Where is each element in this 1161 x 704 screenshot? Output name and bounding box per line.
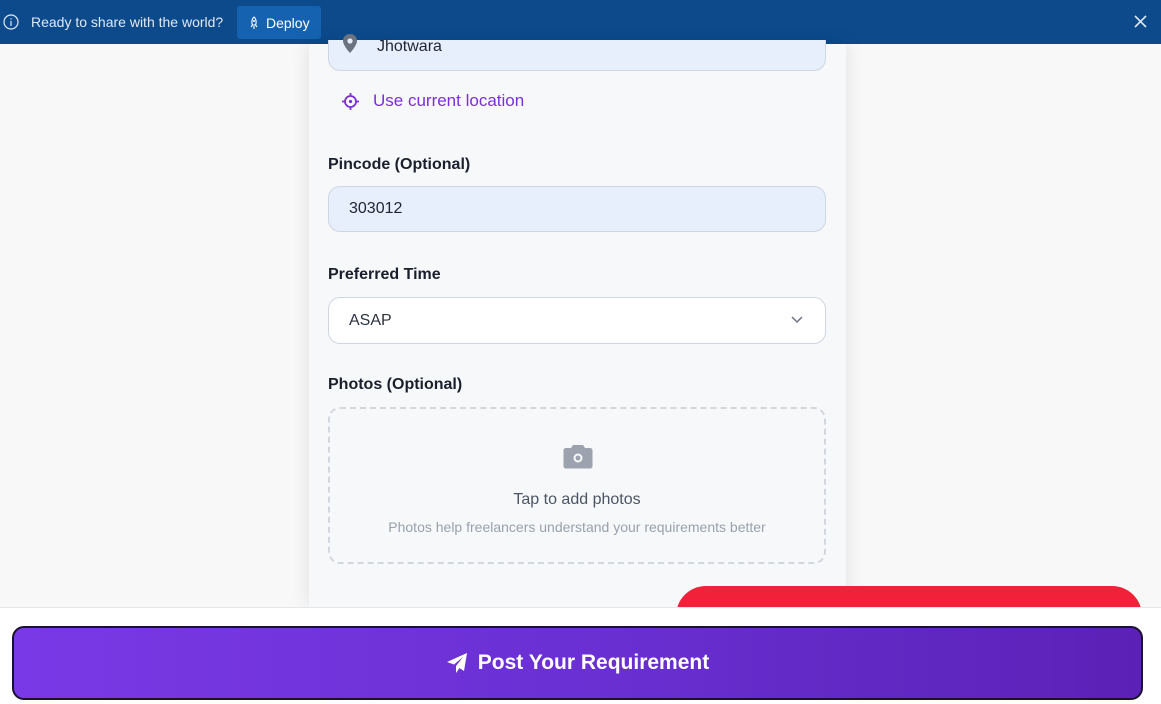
banner-message: Ready to share with the world? (31, 14, 224, 30)
close-icon[interactable] (1134, 15, 1147, 28)
requirement-form-card: Jhotwara Use current location Pincode (O… (309, 34, 846, 607)
photo-upload-area[interactable]: Tap to add photos Photos help freelancer… (328, 407, 826, 564)
location-input[interactable]: Jhotwara (328, 34, 826, 71)
preferred-time-value: ASAP (349, 311, 392, 329)
photos-cta: Tap to add photos (513, 491, 641, 508)
photos-hint: Photos help freelancers understand your … (388, 519, 766, 535)
send-icon (446, 653, 467, 673)
preferred-time-label: Preferred Time (328, 266, 441, 283)
pincode-label: Pincode (Optional) (328, 156, 471, 173)
pincode-value: 303012 (349, 200, 403, 217)
camera-icon (563, 445, 593, 469)
use-current-location-button[interactable]: Use current location (342, 91, 524, 111)
location-value: Jhotwara (377, 38, 442, 55)
info-icon (3, 14, 19, 30)
preferred-time-select[interactable]: ASAP (328, 297, 826, 344)
use-location-label: Use current location (373, 91, 525, 110)
rocket-icon (250, 15, 258, 29)
deploy-banner: Ready to share with the world? Deploy (0, 0, 1161, 44)
chevron-down-icon (791, 316, 803, 324)
deploy-label: Deploy (266, 14, 310, 31)
post-requirement-button[interactable]: Post Your Requirement (12, 626, 1143, 700)
map-pin-icon (343, 34, 357, 53)
deploy-button[interactable]: Deploy (237, 6, 321, 39)
photos-label: Photos (Optional) (328, 376, 463, 393)
pincode-input[interactable]: 303012 (328, 186, 826, 232)
post-requirement-label: Post Your Requirement (477, 651, 710, 674)
crosshair-icon (342, 92, 359, 110)
